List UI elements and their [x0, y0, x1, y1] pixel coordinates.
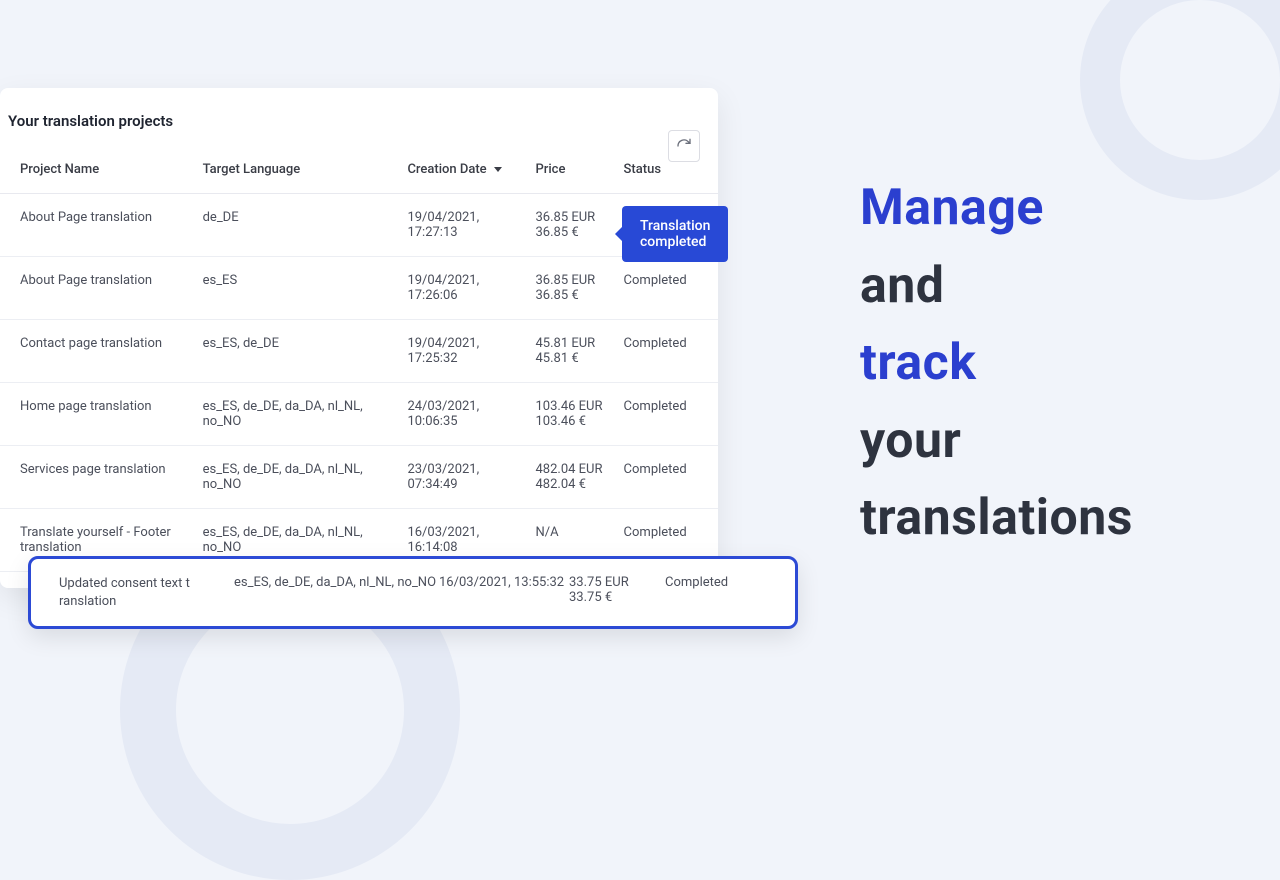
cell-price: 36.85 EUR 36.85 €	[527, 257, 615, 320]
cell-project: About Page translation	[0, 194, 195, 257]
table-row[interactable]: About Page translation de_DE 19/04/2021,…	[0, 194, 718, 257]
cell-language: es_ES, de_DE, da_DA, nl_NL, no_NO	[234, 575, 439, 590]
cell-date: 24/03/2021, 10:06:35	[399, 383, 527, 446]
headline-word-5: translations	[860, 489, 1133, 547]
refresh-button[interactable]	[668, 130, 700, 162]
cell-price: 33.75 EUR 33.75 €	[569, 575, 665, 605]
cell-price: 103.46 EUR 103.46 €	[527, 383, 615, 446]
cell-status: Completed	[616, 257, 718, 320]
cell-status: Completed	[616, 383, 718, 446]
translation-completed-badge: Translation completed	[622, 206, 728, 262]
cell-status: Completed	[665, 575, 745, 590]
cell-date: 19/04/2021, 17:25:32	[399, 320, 527, 383]
th-price[interactable]: Price	[527, 152, 615, 194]
price-secondary: 36.85 €	[535, 225, 607, 240]
headline-word-3: track	[860, 334, 976, 392]
cell-date: 16/03/2021, 13:55:32	[439, 575, 569, 590]
table-row[interactable]: Contact page translation es_ES, de_DE 19…	[0, 320, 718, 383]
badge-text: Translation completed	[640, 218, 710, 250]
headline-word-1: Manage	[860, 179, 1044, 237]
highlighted-project-row[interactable]: Updated consent text t ranslation es_ES,…	[28, 556, 798, 629]
headline-word-2: and	[860, 257, 944, 315]
price-primary: 45.81 EUR	[535, 336, 595, 351]
cell-project: Services page translation	[0, 446, 195, 509]
cell-date: 19/04/2021, 17:27:13	[399, 194, 527, 257]
cell-status: Completed	[616, 320, 718, 383]
cell-date: 23/03/2021, 07:34:49	[399, 446, 527, 509]
projects-table: Project Name Target Language Creation Da…	[0, 152, 718, 572]
cell-language: es_ES, de_DE, da_DA, nl_NL, no_NO	[195, 383, 400, 446]
cell-project: About Page translation	[0, 257, 195, 320]
price-primary: 36.85 EUR	[535, 273, 595, 288]
cell-price: 482.04 EUR 482.04 €	[527, 446, 615, 509]
table-row[interactable]: About Page translation es_ES 19/04/2021,…	[0, 257, 718, 320]
headline-word-4: your	[860, 412, 961, 470]
cell-language: es_ES, de_DE	[195, 320, 400, 383]
cell-language: es_ES, de_DE, da_DA, nl_NL, no_NO	[195, 446, 400, 509]
cell-project: Home page translation	[0, 383, 195, 446]
cell-price: 45.81 EUR 45.81 €	[527, 320, 615, 383]
sort-desc-icon	[494, 167, 502, 172]
price-secondary: 45.81 €	[535, 351, 607, 366]
panel-title: Your translation projects	[0, 112, 718, 152]
th-status[interactable]: Status	[616, 152, 718, 194]
cell-project: Contact page translation	[0, 320, 195, 383]
cell-language: es_ES	[195, 257, 400, 320]
marketing-headline: Manage and track your translations	[860, 170, 1133, 558]
cell-date: 19/04/2021, 17:26:06	[399, 257, 527, 320]
table-row[interactable]: Home page translation es_ES, de_DE, da_D…	[0, 383, 718, 446]
price-secondary: 36.85 €	[535, 288, 607, 303]
cell-project: Updated consent text t ranslation	[59, 575, 234, 610]
price-primary: 36.85 EUR	[535, 210, 595, 225]
price-secondary: 33.75 €	[569, 590, 665, 605]
table-row[interactable]: Services page translation es_ES, de_DE, …	[0, 446, 718, 509]
cell-price: 36.85 EUR 36.85 €	[527, 194, 615, 257]
table-header-row: Project Name Target Language Creation Da…	[0, 152, 718, 194]
price-primary: 103.46 EUR	[535, 399, 602, 414]
th-date[interactable]: Creation Date	[399, 152, 527, 194]
th-language[interactable]: Target Language	[195, 152, 400, 194]
cell-language: de_DE	[195, 194, 400, 257]
price-secondary: 103.46 €	[535, 414, 607, 429]
cell-status: Completed	[616, 446, 718, 509]
price-primary: N/A	[535, 525, 558, 540]
projects-panel: Your translation projects Project Name T…	[0, 88, 718, 588]
th-project[interactable]: Project Name	[0, 152, 195, 194]
refresh-icon	[676, 138, 692, 154]
price-secondary: 482.04 €	[535, 477, 607, 492]
price-primary: 482.04 EUR	[535, 462, 602, 477]
th-date-label: Creation Date	[407, 162, 486, 177]
price-primary: 33.75 EUR	[569, 575, 629, 590]
